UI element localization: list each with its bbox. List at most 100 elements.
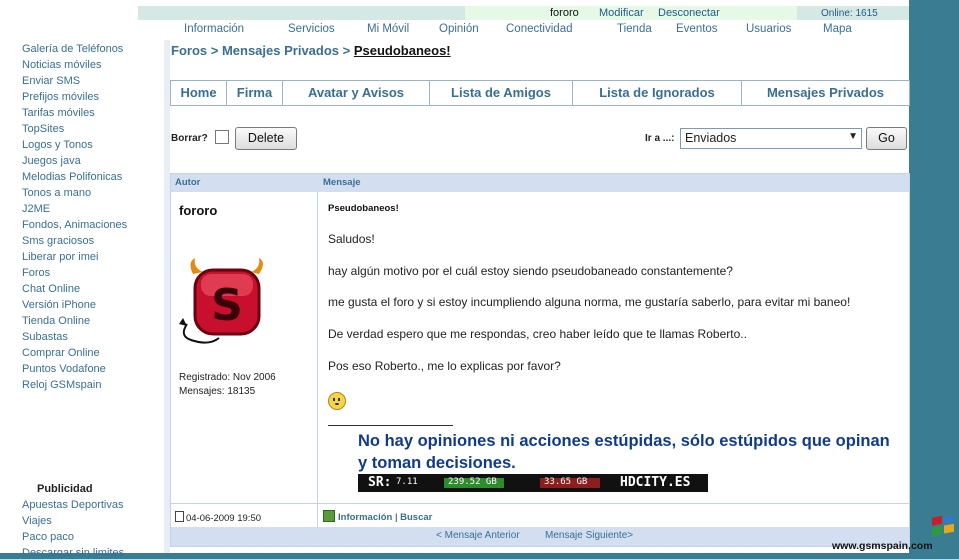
sidebar-item[interactable]: Chat Online (22, 283, 80, 295)
sidebar-item[interactable]: Comprar Online (22, 347, 100, 359)
tab-firma[interactable]: Firma (227, 81, 283, 105)
username: fororo (550, 7, 579, 19)
watermark-text: www.gsmspain.com (832, 540, 933, 552)
nav-mapa[interactable]: Mapa (823, 23, 852, 35)
sidebar-item[interactable]: TopSites (22, 123, 64, 135)
modify-link[interactable]: Modificar (599, 7, 644, 19)
ira-label: Ir a ...: (645, 133, 675, 144)
message-footer: 04-06-2009 19:50 Información | Buscar (171, 503, 909, 528)
author-info: Registrado: Nov 2006 Mensajes: 18135 (179, 371, 276, 399)
nav-mi-movil[interactable]: Mi Móvil (367, 23, 409, 35)
link-separator: | (395, 512, 398, 523)
profile-tabs: Home Firma Avatar y Avisos Lista de Amig… (170, 80, 910, 106)
info-link[interactable]: Información (338, 512, 392, 523)
sidebar-item[interactable]: Melodias Polifonicas (22, 171, 122, 183)
sidebar-item[interactable]: Juegos java (22, 155, 81, 167)
post-date: 04-06-2009 19:50 (175, 511, 261, 524)
message-subject: Pseudobaneos! (328, 203, 399, 214)
nav-informacion[interactable]: Información (184, 23, 244, 35)
breadcrumb-foros[interactable]: Foros (171, 43, 207, 58)
column-divider (317, 192, 318, 528)
sidebar-item[interactable]: Logos y Tonos (22, 139, 93, 151)
message-panel: Autor Mensaje fororo S Registrado: Nov 2… (170, 173, 910, 547)
sidebar-item[interactable]: Galería de Teléfonos (22, 43, 123, 55)
banner-upload: 239.52 GB (448, 477, 497, 487)
document-icon (175, 511, 184, 522)
publicidad-title: Publicidad (37, 483, 93, 495)
breadcrumb-separator: > (207, 43, 222, 58)
borrar-checkbox[interactable] (215, 130, 229, 144)
message-line: me gusta el foro y si estoy incumpliendo… (328, 295, 851, 309)
next-message-link[interactable]: Mensaje Siguiente> (545, 530, 633, 541)
tab-avatar[interactable]: Avatar y Avisos (283, 81, 430, 105)
message-line: Pos eso Roberto., me lo explicas por fav… (328, 359, 561, 373)
post-date-text: 04-06-2009 19:50 (186, 513, 262, 524)
sidebar-item[interactable]: Versión iPhone (22, 299, 96, 311)
go-button[interactable]: Go (866, 127, 907, 150)
banner-site: HDCITY.ES (620, 475, 691, 490)
header-message: Mensaje (323, 177, 361, 188)
publicidad-item[interactable]: Descargar sin limites (22, 547, 124, 559)
folder-select[interactable]: Enviados ▼ (680, 128, 862, 149)
sidebar-item[interactable]: Fondos, Animaciones (22, 219, 127, 231)
registered-date: Registrado: Nov 2006 (179, 372, 276, 383)
sidebar-item[interactable]: Tarifas móviles (22, 107, 95, 119)
author-name[interactable]: fororo (179, 203, 217, 218)
header-author: Autor (175, 177, 201, 188)
sidebar-item[interactable]: Noticias móviles (22, 59, 101, 71)
breadcrumb-mensajes[interactable]: Mensajes Privados (222, 43, 339, 58)
sidebar-item[interactable]: Prefijos móviles (22, 91, 99, 103)
chevron-down-icon: ▼ (848, 131, 858, 142)
sidebar-item[interactable]: Reloj GSMspain (22, 379, 101, 391)
breadcrumb: Foros > Mensajes Privados > Pseudobaneos… (171, 43, 451, 58)
message-count: Mensajes: 18135 (179, 386, 256, 397)
sidebar-item[interactable]: Subastas (22, 331, 68, 343)
svg-text:S: S (211, 280, 243, 331)
devil-s-avatar-icon: S (179, 254, 275, 352)
sidebar-item[interactable]: J2ME (22, 203, 50, 215)
publicidad-item[interactable]: Apuestas Deportivas (22, 499, 124, 511)
tab-amigos[interactable]: Lista de Amigos (430, 81, 573, 105)
folder-select-value: Enviados (685, 131, 737, 145)
sidebar-item[interactable]: Sms graciosos (22, 235, 94, 247)
nav-opinion[interactable]: Opinión (439, 23, 479, 35)
publicidad-item[interactable]: Paco paco (22, 531, 74, 543)
nav-conectividad[interactable]: Conectividad (506, 23, 572, 35)
breadcrumb-current[interactable]: Pseudobaneos! (354, 43, 451, 58)
disconnect-link[interactable]: Desconectar (658, 7, 720, 19)
sidebar-item[interactable]: Tonos a mano (22, 187, 91, 199)
pager: < Mensaje Anterior Mensaje Siguiente> (171, 527, 909, 546)
sidebar-item[interactable]: Tienda Online (22, 315, 90, 327)
tab-ignorados[interactable]: Lista de Ignorados (573, 81, 742, 105)
breadcrumb-separator: > (339, 43, 354, 58)
sidebar-item[interactable]: Liberar por imei (22, 251, 98, 263)
tab-home[interactable]: Home (171, 81, 227, 105)
prev-message-link[interactable]: < Mensaje Anterior (436, 530, 520, 541)
sidebar-item[interactable]: Puntos Vodafone (22, 363, 106, 375)
nav-tienda[interactable]: Tienda (617, 23, 652, 35)
search-link[interactable]: Buscar (400, 512, 432, 523)
nav-eventos[interactable]: Eventos (676, 23, 718, 35)
page: fororo Modificar Desconectar Online: 161… (0, 0, 910, 559)
publicidad-item[interactable]: Viajes (22, 515, 52, 527)
tab-mensajes-privados[interactable]: Mensajes Privados (742, 81, 909, 105)
sidebar: Galería de Teléfonos Noticias móviles En… (0, 40, 164, 559)
info-icon (323, 510, 335, 522)
sidebar-item[interactable]: Enviar SMS (22, 75, 80, 87)
message-line: Saludos! (328, 232, 375, 246)
message-line: hay algún motivo por el cuál estoy siend… (328, 264, 733, 278)
avatar: S (179, 254, 275, 352)
banner-sr: SR: (368, 475, 392, 490)
user-bar: fororo Modificar Desconectar Online: 161… (138, 6, 909, 20)
nav-servicios[interactable]: Servicios (288, 23, 335, 35)
online-count: Online: 1615 (821, 8, 878, 19)
banner-download: 33.65 GB (544, 477, 588, 487)
hdcity-banner[interactable]: SR: 7.11 239.52 GB 33.65 GB HDCITY.ES (358, 474, 708, 492)
sidebar-item[interactable]: Foros (22, 267, 50, 279)
message-header: Autor Mensaje (171, 174, 909, 192)
signature-divider (328, 425, 453, 426)
signature-text: No hay opiniones ni acciones estúpidas, … (358, 432, 890, 472)
message-links: Información | Buscar (323, 510, 432, 523)
delete-button[interactable]: Delete (235, 127, 297, 150)
nav-usuarios[interactable]: Usuarios (746, 23, 791, 35)
